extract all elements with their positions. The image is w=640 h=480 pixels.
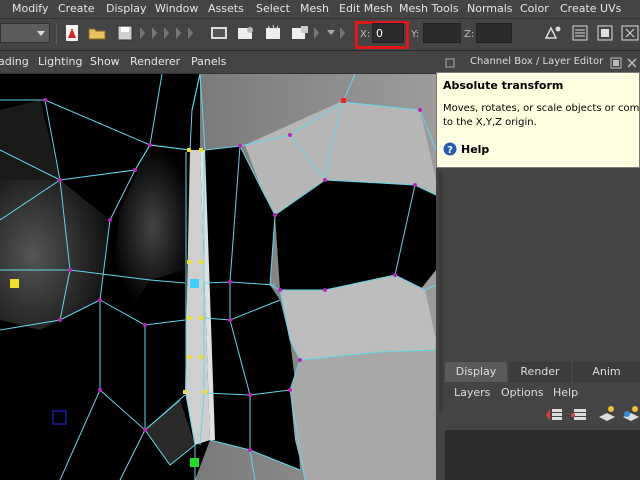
chevron-down-icon[interactable] <box>327 30 335 35</box>
collapse-arrow-icon[interactable] <box>188 27 193 39</box>
menu-lighting[interactable]: Lighting <box>38 55 82 68</box>
layer-editor-tabs: Display Render Anim <box>445 362 640 382</box>
menu-mesh[interactable]: Mesh <box>300 2 329 15</box>
layer-list[interactable] <box>445 430 640 480</box>
modeling-toolkit-icon[interactable] <box>544 24 562 42</box>
status-toolbar: X: 0 Y: Z: <box>0 19 640 51</box>
collapse-arrow-icon[interactable] <box>314 27 319 39</box>
menu-renderer[interactable]: Renderer <box>130 55 180 68</box>
tool-settings-icon[interactable] <box>596 24 614 42</box>
mesh-wireframe <box>0 74 436 480</box>
float-panel-icon[interactable] <box>610 57 622 69</box>
render-current-frame-icon[interactable] <box>237 24 255 42</box>
panel-dock-icon[interactable] <box>444 57 456 69</box>
new-layer-icon[interactable] <box>597 405 617 423</box>
menu-set-dropdown[interactable] <box>0 23 50 43</box>
menu-select[interactable]: Select <box>256 2 290 15</box>
menu-color[interactable]: Color <box>520 2 549 15</box>
chevron-down-icon <box>37 31 45 36</box>
close-icon[interactable] <box>626 57 638 69</box>
tooltip-line-2: to the X,Y,Z origin. <box>443 117 537 128</box>
x-label: X: <box>360 29 371 40</box>
menu-assets[interactable]: Assets <box>208 2 244 15</box>
move-layer-icon[interactable] <box>544 405 564 423</box>
tooltip-line-1: Moves, rotates, or scale objects or comp… <box>443 103 640 114</box>
menu-options[interactable]: Options <box>501 386 543 399</box>
render-view-icon[interactable] <box>210 24 228 42</box>
collapse-arrow-icon[interactable] <box>164 27 169 39</box>
3d-viewport[interactable] <box>0 74 436 480</box>
tab-display[interactable]: Display <box>445 362 507 382</box>
tooltip: Absolute transform Moves, rotates, or sc… <box>436 72 640 168</box>
new-scene-icon[interactable] <box>63 24 81 42</box>
render-settings-icon[interactable] <box>291 24 309 42</box>
tab-render[interactable]: Render <box>509 362 571 382</box>
y-label: Y: <box>411 29 420 40</box>
svg-text:?: ? <box>447 145 453 156</box>
help-link[interactable]: Help <box>461 143 489 156</box>
menu-edit-mesh[interactable]: Edit Mesh <box>339 2 393 15</box>
menu-normals[interactable]: Normals <box>467 2 513 15</box>
menu-layers[interactable]: Layers <box>454 386 490 399</box>
attribute-editor-icon[interactable] <box>571 24 589 42</box>
collapse-arrow-icon[interactable] <box>340 27 345 39</box>
new-layer-selected-icon[interactable] <box>621 405 640 423</box>
help-icon[interactable]: ? <box>443 142 457 156</box>
viewport-panel-menu: ading Lighting Show Renderer Panels <box>0 52 436 74</box>
menu-mesh-tools[interactable]: Mesh Tools <box>399 2 459 15</box>
ipr-render-icon[interactable] <box>264 24 282 42</box>
menu-create[interactable]: Create <box>58 2 95 15</box>
channel-box-title: Channel Box / Layer Editor <box>470 56 604 67</box>
y-input[interactable] <box>423 23 461 43</box>
menu-help[interactable]: Help <box>553 386 578 399</box>
x-input[interactable]: 0 <box>372 23 404 43</box>
collapse-arrow-icon[interactable] <box>140 27 145 39</box>
menu-window[interactable]: Window <box>155 2 198 15</box>
channel-box-icon[interactable] <box>620 24 640 42</box>
menu-create-uvs[interactable]: Create UVs <box>560 2 621 15</box>
layers-stack-icon[interactable] <box>570 405 590 423</box>
menu-panels[interactable]: Panels <box>191 55 226 68</box>
z-input[interactable] <box>476 23 512 43</box>
menu-show[interactable]: Show <box>90 55 120 68</box>
channel-box-header: Channel Box / Layer Editor <box>442 55 640 71</box>
open-folder-icon[interactable] <box>88 24 106 42</box>
z-label: Z: <box>464 29 475 40</box>
collapse-arrow-icon[interactable] <box>152 27 157 39</box>
tab-anim[interactable]: Anim <box>573 362 640 382</box>
main-menubar: Modify Create Display Window Assets Sele… <box>0 0 640 19</box>
collapse-arrow-icon[interactable] <box>176 27 181 39</box>
save-icon[interactable] <box>116 24 134 42</box>
menu-shading[interactable]: ading <box>0 55 29 68</box>
toolbar-divider <box>56 23 57 45</box>
menu-modify[interactable]: Modify <box>12 2 48 15</box>
tooltip-title: Absolute transform <box>443 79 564 92</box>
menu-display[interactable]: Display <box>106 2 147 15</box>
panel-splitter[interactable] <box>439 172 443 412</box>
